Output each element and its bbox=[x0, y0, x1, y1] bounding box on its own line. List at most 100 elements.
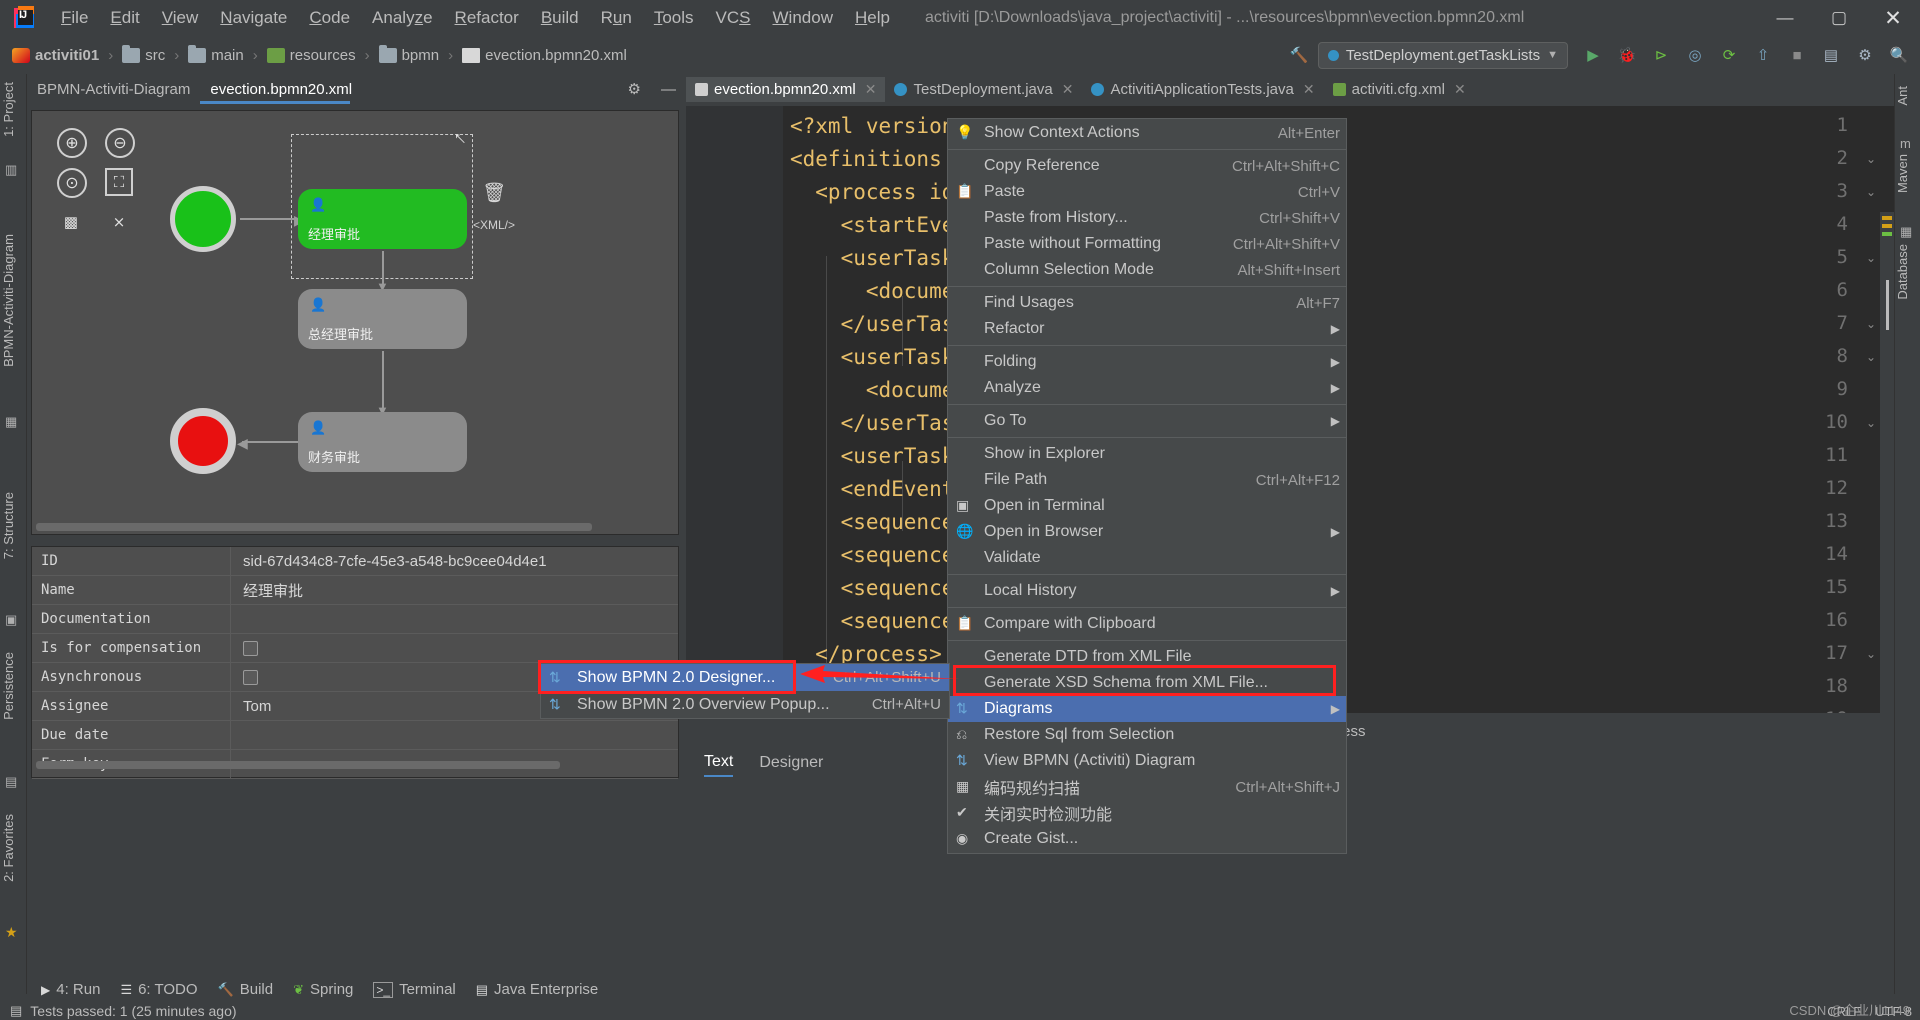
property-value[interactable]: sid-67d434c8-7cfe-45e3-a548-bc9cee04d4e1 bbox=[231, 547, 547, 576]
close-icon[interactable]: ✕ bbox=[865, 81, 877, 98]
fold-marker-icon[interactable]: ⌄ bbox=[1866, 317, 1880, 331]
code-line[interactable]: <endEvent bbox=[790, 477, 955, 501]
tab-activitiapplicationtests-java[interactable]: ActivitiApplicationTests.java ✕ bbox=[1082, 77, 1323, 102]
search-everywhere-icon[interactable]: 🔍 bbox=[1884, 40, 1914, 70]
tab-designer[interactable]: Designer bbox=[759, 754, 823, 776]
context-menu-item-open-in-browser[interactable]: 🌐 Open in Browser ▶ bbox=[948, 519, 1346, 545]
code-line[interactable]: <sequenceF bbox=[790, 510, 967, 534]
layout-icon[interactable]: ▤ bbox=[1816, 40, 1846, 70]
code-line[interactable]: </userTask bbox=[790, 411, 967, 435]
snap-icon[interactable]: ⨯ bbox=[105, 208, 133, 236]
trash-icon[interactable]: 🗑 bbox=[482, 181, 506, 205]
bottom-item-spring[interactable]: ❦ Spring bbox=[293, 981, 353, 998]
run-icon[interactable]: ▶ bbox=[1578, 40, 1608, 70]
property-value[interactable] bbox=[231, 721, 243, 750]
menu-navigate[interactable]: Navigate bbox=[209, 3, 298, 33]
menu-run[interactable]: Run bbox=[590, 3, 643, 33]
context-menu-item-copy-reference[interactable]: Copy Reference Ctrl+Alt+Shift+C bbox=[948, 153, 1346, 179]
breadcrumb-src[interactable]: src bbox=[118, 44, 169, 66]
star-icon[interactable]: ★ bbox=[5, 924, 21, 940]
sidebar-item-persistence[interactable]: Persistence bbox=[1, 652, 26, 720]
table-row[interactable]: Is for compensation bbox=[32, 633, 678, 663]
code-line[interactable]: <?xml version= bbox=[790, 114, 967, 138]
context-menu-item-local-history[interactable]: Local History ▶ bbox=[948, 578, 1346, 604]
context-menu-item-create-gist[interactable]: ◉ Create Gist... bbox=[948, 826, 1346, 852]
end-event-node[interactable] bbox=[170, 408, 236, 474]
property-value[interactable]: 经理审批 bbox=[231, 576, 303, 605]
run-coverage-icon[interactable]: ⊳ bbox=[1646, 40, 1676, 70]
task-finance-approval[interactable]: 👤 财务审批 bbox=[298, 412, 467, 472]
table-row[interactable]: Name 经理审批 bbox=[32, 575, 678, 605]
code-line[interactable]: <sequenceF bbox=[790, 543, 967, 567]
code-line[interactable]: <documen bbox=[790, 378, 967, 402]
canvas-horizontal-scrollbar[interactable] bbox=[36, 523, 592, 531]
hammer-icon[interactable]: 🔨 bbox=[1284, 40, 1314, 70]
menu-build[interactable]: Build bbox=[530, 3, 590, 33]
context-menu-item-go-to[interactable]: Go To ▶ bbox=[948, 408, 1346, 434]
context-menu-item-generate-xsd-schema-from-xml-file[interactable]: Generate XSD Schema from XML File... bbox=[948, 670, 1346, 696]
fold-marker-icon[interactable]: ⌄ bbox=[1866, 647, 1880, 661]
breadcrumb-bpmn[interactable]: bpmn bbox=[375, 44, 444, 66]
bottom-item-build[interactable]: 🔨 Build bbox=[218, 981, 274, 998]
bottom-item-java-enterprise[interactable]: ▤ Java Enterprise bbox=[476, 981, 599, 998]
properties-horizontal-scrollbar[interactable] bbox=[36, 761, 560, 769]
tab-evection-designer[interactable]: evection.bpmn20.xml bbox=[200, 77, 362, 102]
zoom-actual-icon[interactable]: ⊙ bbox=[57, 168, 87, 198]
tab-testdeployment-java[interactable]: TestDeployment.java ✕ bbox=[885, 77, 1082, 102]
fold-marker-icon[interactable]: ⌄ bbox=[1866, 185, 1880, 199]
code-line[interactable]: <documen bbox=[790, 279, 967, 303]
editor-context-menu[interactable]: 💡 Show Context Actions Alt+Enter Copy Refer… bbox=[947, 118, 1347, 854]
table-row[interactable]: Documentation bbox=[32, 604, 678, 634]
zoom-out-icon[interactable]: ⊖ bbox=[105, 128, 135, 158]
context-menu-item-diagrams[interactable]: ⇅ Diagrams ▶ bbox=[948, 696, 1346, 722]
submenu-item-show-bpmn-2-0-overview-popup[interactable]: ⇅ Show BPMN 2.0 Overview Popup... Ctrl+Alt… bbox=[541, 691, 949, 718]
menu-window[interactable]: Window bbox=[762, 3, 844, 33]
close-icon[interactable]: ✕ bbox=[1454, 81, 1466, 98]
task-gm-approval[interactable]: 👤 总经理审批 bbox=[298, 289, 467, 349]
context-menu-item-validate[interactable]: Validate bbox=[948, 545, 1346, 571]
breadcrumb-file[interactable]: evection.bpmn20.xml bbox=[458, 45, 631, 66]
menu-vcs[interactable]: VCS bbox=[705, 3, 762, 33]
favorites-grid-icon[interactable]: ▦ bbox=[5, 414, 21, 430]
code-line[interactable]: <userTask bbox=[790, 345, 955, 369]
menu-file[interactable]: File bbox=[50, 3, 99, 33]
bottom-item-run[interactable]: ▶ 4: Run bbox=[41, 981, 100, 998]
sidebar-item-maven[interactable]: Maven bbox=[1895, 154, 1920, 193]
minimize-button[interactable]: — bbox=[1758, 0, 1812, 36]
minimize-icon[interactable]: — bbox=[651, 77, 686, 102]
context-menu-item-paste[interactable]: 📋 Paste Ctrl+V bbox=[948, 179, 1346, 205]
close-icon[interactable]: ✕ bbox=[1062, 81, 1074, 98]
is-for-compensation-checkbox[interactable] bbox=[243, 640, 258, 656]
property-value[interactable] bbox=[231, 605, 243, 634]
context-menu-item-show-in-explorer[interactable]: Show in Explorer bbox=[948, 441, 1346, 467]
context-menu-item-paste-without-formatting[interactable]: Paste without Formatting Ctrl+Alt+Shift+V bbox=[948, 231, 1346, 257]
modules-icon[interactable]: ▣ bbox=[5, 612, 21, 628]
code-line[interactable]: <sequenceF bbox=[790, 576, 967, 600]
context-menu-item-find-usages[interactable]: Find Usages Alt+F7 bbox=[948, 290, 1346, 316]
tab-bpmn-activiti-diagram[interactable]: BPMN-Activiti-Diagram bbox=[27, 77, 200, 102]
property-value[interactable]: Tom bbox=[231, 692, 271, 721]
sidebar-item-database[interactable]: Database bbox=[1895, 244, 1920, 300]
context-menu-item-open-in-terminal[interactable]: ▣ Open in Terminal bbox=[948, 493, 1346, 519]
code-line[interactable]: </userTask bbox=[790, 312, 967, 336]
table-row[interactable]: Due date bbox=[32, 720, 678, 750]
commit-icon[interactable]: ⇧ bbox=[1748, 40, 1778, 70]
code-line[interactable]: <definitions x bbox=[790, 147, 967, 171]
fold-marker-icon[interactable]: ⌄ bbox=[1866, 251, 1880, 265]
settings-gear-icon[interactable]: ⚙ bbox=[618, 76, 651, 102]
maximize-button[interactable]: ▢ bbox=[1812, 0, 1866, 36]
fold-marker-icon[interactable]: ⌄ bbox=[1866, 416, 1880, 430]
context-menu-item-restore-sql-from-selection[interactable]: ⎌ Restore Sql from Selection bbox=[948, 722, 1346, 748]
sidebar-item-project[interactable]: 1: Project bbox=[1, 82, 26, 137]
close-icon[interactable]: ✕ bbox=[1303, 81, 1315, 98]
context-menu-item-analyze[interactable]: Analyze ▶ bbox=[948, 375, 1346, 401]
close-button[interactable]: ✕ bbox=[1866, 0, 1920, 36]
context-menu-item-[interactable]: ✔ 关闭实时检测功能 bbox=[948, 800, 1346, 826]
settings-icon[interactable]: ⚙ bbox=[1850, 40, 1880, 70]
context-menu-item-paste-from-history[interactable]: Paste from History... Ctrl+Shift+V bbox=[948, 205, 1346, 231]
zoom-in-icon[interactable]: ⊕ bbox=[57, 128, 87, 158]
code-line[interactable]: <sequenceF bbox=[790, 609, 967, 633]
context-menu-item-generate-dtd-from-xml-file[interactable]: Generate DTD from XML File bbox=[948, 644, 1346, 670]
task-manager-approval[interactable]: 👤 经理审批 bbox=[298, 189, 467, 249]
breadcrumb-resources[interactable]: resources bbox=[263, 45, 360, 66]
